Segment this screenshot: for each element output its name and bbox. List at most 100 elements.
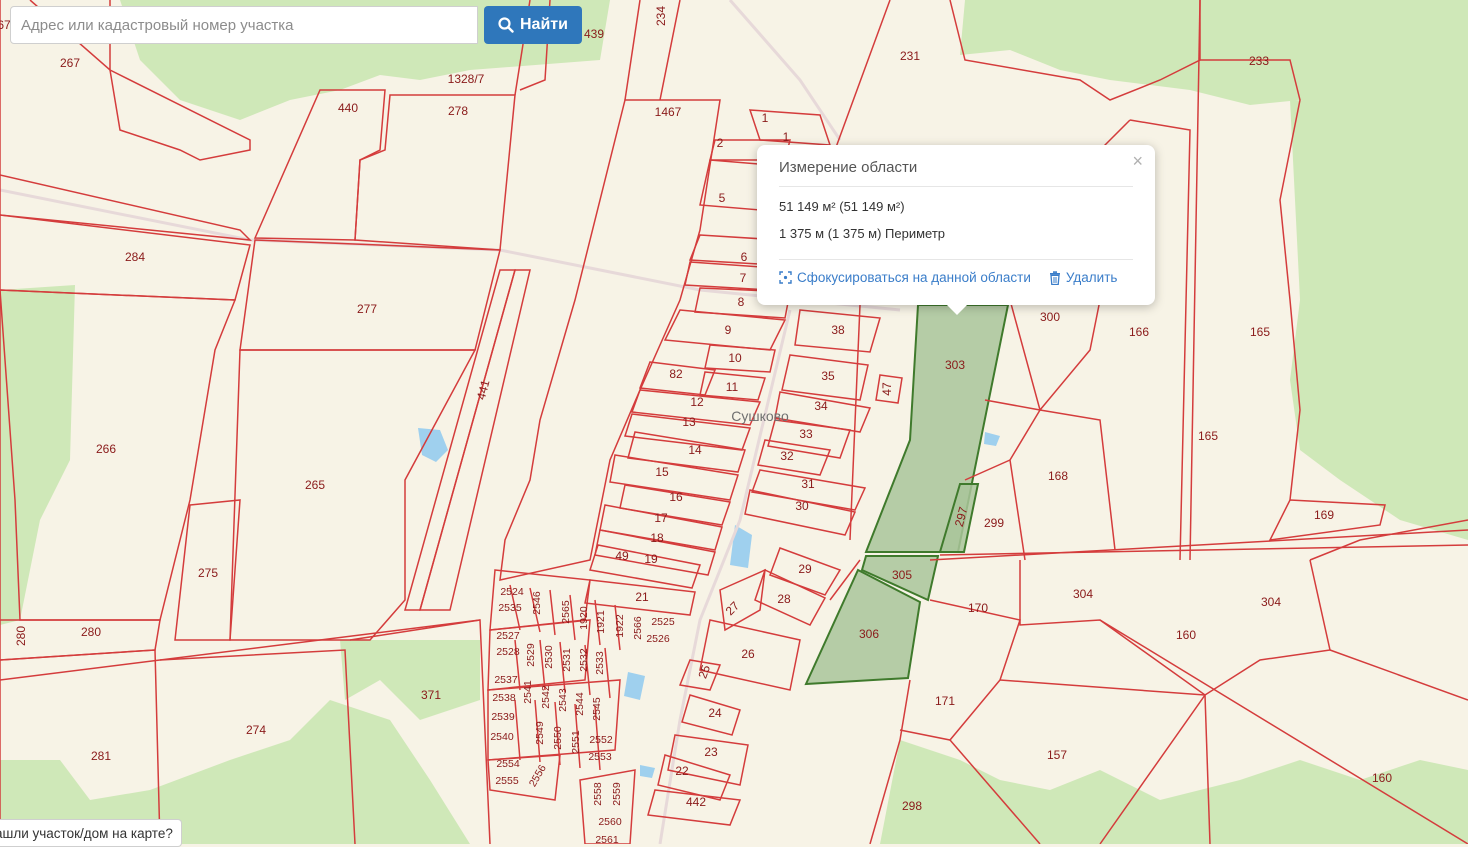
parcel-border (229, 349, 477, 641)
parcel-label: 16 (669, 490, 683, 504)
parcel-label: 2560 (598, 816, 622, 828)
parcel-label: 267 (60, 56, 80, 70)
parcel-label: 274 (246, 723, 266, 737)
parcel-label: 12 (690, 395, 704, 409)
pond (418, 428, 448, 462)
parcel-label: 299 (984, 516, 1004, 530)
parcel-label: 2552 (589, 734, 613, 746)
parcel-label: 31 (801, 477, 815, 491)
parcel-label: 280 (14, 626, 28, 646)
parcel-border (624, 0, 641, 101)
parcel-label: 34 (814, 399, 828, 413)
parcel-label: 47 (880, 382, 894, 396)
parcel-label: 10 (728, 351, 742, 365)
parcel-label: 2561 (595, 834, 619, 844)
parcel-label: 442 (686, 795, 706, 809)
parcel-label: 25 (695, 663, 713, 681)
help-button-label: ашли участок/дом на карте? (0, 825, 173, 841)
focus-area-button[interactable]: Сфокусироваться на данной области (779, 270, 1031, 285)
parcel-label: 17 (654, 511, 668, 525)
search-input[interactable] (10, 6, 478, 44)
search-button[interactable]: Найти (484, 6, 582, 44)
parcel-label: 2540 (490, 731, 514, 743)
parcel-border (354, 94, 516, 251)
town-label: Сушково (731, 408, 789, 424)
parcel-label: 234 (654, 6, 668, 26)
search-icon (498, 17, 514, 33)
cadastral-map[interactable]: 267 6 7 439 234 231 233 1328/7 440 27 8 1 4… (0, 0, 1468, 844)
parcel-label: 303 (945, 358, 965, 372)
parcel-border (719, 568, 766, 632)
parcel-label: 233 (1249, 54, 1269, 68)
parcel-label: 6 (741, 250, 748, 264)
parcel-border (239, 239, 501, 351)
area-value: 51 149 м² (51 149 м²) (779, 199, 905, 214)
close-icon[interactable]: × (1132, 151, 1143, 172)
parcel-label: 231 (900, 49, 920, 63)
parcel-label: 165 (1250, 325, 1270, 339)
parcel-label: 1328/7 (448, 72, 485, 86)
parcel-label: 8 (738, 295, 745, 309)
parcel-label: 13 (682, 415, 696, 429)
parcel-label: 440 (338, 101, 358, 115)
parcel-label: 35 (821, 369, 835, 383)
parcel-label: 2530 (543, 645, 555, 669)
parcel-label: 306 (859, 627, 879, 641)
parcel-label: 2538 (492, 692, 516, 704)
parcel-label: 38 (831, 323, 845, 337)
parcel-label: 15 (655, 465, 669, 479)
parcel-label: 2551 (570, 730, 582, 754)
parcel-label: 1 (783, 130, 790, 144)
pond (640, 765, 655, 778)
parcel-label: 2553 (588, 751, 612, 763)
parcel-label: 2524 (500, 586, 524, 598)
parcel-label: 284 (125, 250, 145, 264)
pond (984, 432, 1000, 446)
delete-button[interactable]: Удалить (1049, 270, 1118, 285)
parcel-label: 2550 (552, 726, 564, 750)
parcel-label: 305 (892, 568, 912, 582)
parcel-label: 168 (1048, 469, 1068, 483)
parcel-label: 304 (1261, 595, 1281, 609)
parcel-label: 2565 (560, 600, 572, 624)
parcel-label: 2555 (495, 775, 519, 787)
parcel-label: 2543 (557, 688, 569, 712)
parcel-label: 171 (935, 694, 955, 708)
parcel-label: 33 (799, 427, 813, 441)
parcel-label: 32 (780, 449, 794, 463)
parcel-label: 439 (584, 27, 604, 41)
parcel-label: 160 (1372, 771, 1392, 785)
parcel-label: 49 (615, 549, 629, 563)
parcel-label: 1 (762, 111, 769, 125)
parcel-label: 2545 (591, 697, 603, 721)
parcel-label: 26 (741, 647, 755, 661)
parcel-label: 2556 (527, 763, 549, 789)
road (728, 0, 842, 141)
parcel-label: 9 (725, 323, 732, 337)
parcel-label: 2541 (522, 680, 534, 704)
measured-area[interactable] (804, 304, 1010, 686)
parcel-label: 441 (474, 378, 493, 401)
parcel-border (834, 0, 891, 151)
parcel-label: 2529 (525, 643, 537, 667)
parcel-label: 29 (798, 562, 812, 576)
parcel-label: 27 (723, 599, 743, 619)
parcel-label: 300 (1040, 310, 1060, 324)
help-button[interactable]: ашли участок/дом на карте? (0, 819, 182, 847)
parcel-border (499, 99, 721, 581)
parcel-label: 2537 (494, 674, 518, 686)
parcel-label: 1922 (614, 614, 626, 638)
parcel-label: 2549 (534, 721, 546, 745)
selected-parcel-303[interactable] (864, 304, 1010, 553)
parcel-label: 298 (902, 799, 922, 813)
delete-label: Удалить (1065, 270, 1118, 285)
parcel-border (849, 304, 861, 541)
parcel-label: 2535 (498, 602, 522, 614)
pond (624, 672, 645, 700)
parcel-label: 7 (740, 271, 747, 285)
parcel-label: 2532 (578, 648, 590, 672)
focus-area-label: Сфокусироваться на данной области (797, 270, 1031, 285)
parcel-label: 169 (1314, 508, 1334, 522)
trash-icon (1049, 270, 1060, 285)
parcel-label: 2566 (632, 616, 644, 640)
